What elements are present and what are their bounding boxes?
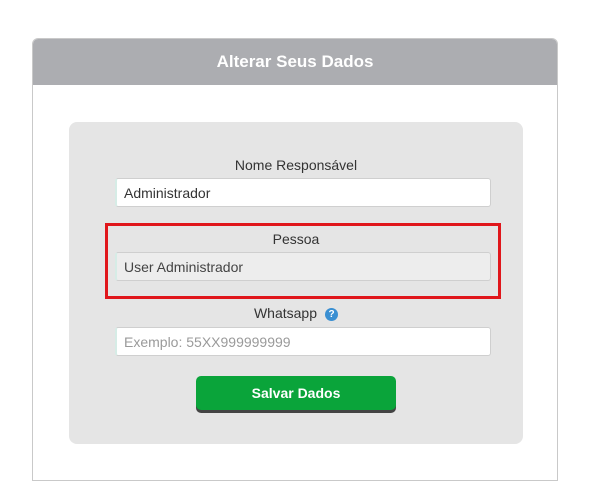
whatsapp-label: Whatsapp	[253, 305, 318, 321]
responsavel-input[interactable]	[115, 178, 491, 207]
panel-header: Alterar Seus Dados	[33, 39, 557, 85]
panel-title: Alterar Seus Dados	[216, 52, 374, 71]
whatsapp-label-row: Whatsapp?	[69, 305, 523, 321]
question-circle-icon[interactable]: ?	[325, 308, 339, 321]
pessoa-highlight-box	[105, 223, 501, 299]
responsavel-label: Nome Responsável	[234, 157, 358, 173]
save-button[interactable]: Salvar Dados	[196, 376, 396, 410]
whatsapp-input[interactable]	[115, 327, 491, 356]
